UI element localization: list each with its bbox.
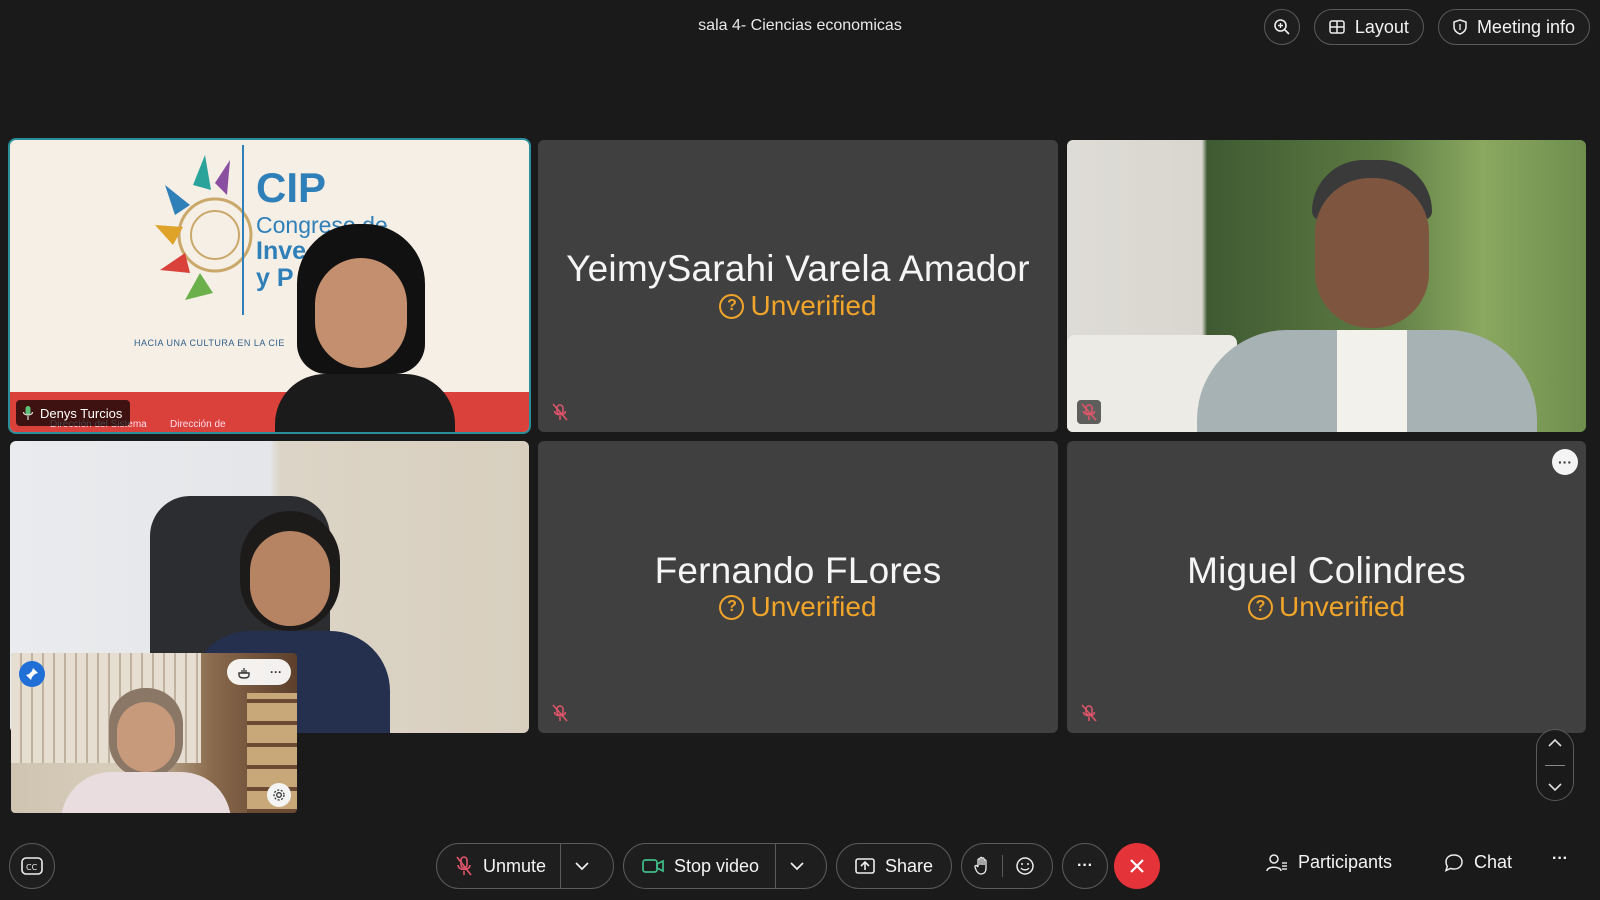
gear-icon xyxy=(272,788,286,802)
more-options-button[interactable]: ··· xyxy=(1552,449,1578,475)
stop-video-button[interactable]: Stop video xyxy=(624,844,775,888)
meeting-info-button[interactable]: Meeting info xyxy=(1437,9,1590,45)
participant-name: YeimySarahi Varela Amador xyxy=(566,248,1030,289)
close-icon xyxy=(1129,858,1145,874)
audio-options-dropdown[interactable] xyxy=(561,844,603,888)
layout-label: Layout xyxy=(1354,16,1409,37)
question-circle-icon: ? xyxy=(719,293,745,319)
verification-status: ? Unverified xyxy=(1067,591,1586,623)
chat-bubble-icon xyxy=(1444,853,1464,873)
verification-status: ? Unverified xyxy=(538,290,1058,322)
slide-tagline: HACIA UNA CULTURA EN LA CIE xyxy=(134,338,285,348)
zoom-button[interactable] xyxy=(1263,9,1300,45)
question-circle-icon: ? xyxy=(1247,594,1273,620)
meeting-info-label: Meeting info xyxy=(1476,16,1575,37)
more-icon: ··· xyxy=(1552,850,1568,867)
participant-person-silhouette xyxy=(1197,160,1537,432)
svg-text:CC: CC xyxy=(26,863,38,872)
top-bar: sala 4- Ciencias economicas Layout Meeti… xyxy=(0,0,1600,56)
participant-name: Miguel Colindres xyxy=(1187,550,1466,591)
slide-brand-text: CIP xyxy=(256,164,327,211)
muted-mic-icon xyxy=(1077,701,1101,725)
chat-label: Chat xyxy=(1474,852,1513,872)
video-camera-icon xyxy=(642,858,664,874)
self-person-silhouette xyxy=(61,688,231,813)
chevron-down-icon[interactable] xyxy=(1547,782,1563,792)
participant-name: Denys Turcios xyxy=(40,405,123,421)
participant-name: Fernando FLores xyxy=(654,550,942,591)
unmute-button[interactable]: Unmute xyxy=(437,844,560,888)
emoji-reaction-icon xyxy=(1015,856,1035,876)
participant-tile-yeimysarahi[interactable]: YeimySarahi Varela Amador ? Unverified xyxy=(538,140,1058,432)
share-label: Share xyxy=(884,855,934,876)
raise-hand-button[interactable] xyxy=(962,844,1002,888)
muted-mic-icon xyxy=(548,400,572,424)
pin-icon xyxy=(25,667,39,681)
cip-logo-sun-icon xyxy=(155,145,253,315)
question-circle-icon: ? xyxy=(719,594,745,620)
video-tile-participant-3[interactable] xyxy=(1067,140,1586,432)
self-view-more-icon[interactable]: ··· xyxy=(270,665,282,679)
share-screen-icon xyxy=(855,858,875,874)
grid-page-scroll-control xyxy=(1536,729,1574,801)
reactions-control-group xyxy=(961,843,1053,889)
layout-button[interactable]: Layout xyxy=(1313,9,1424,45)
chat-button[interactable]: Chat xyxy=(1444,852,1512,873)
reactions-button[interactable] xyxy=(1003,844,1047,888)
closed-captions-icon: CC xyxy=(21,857,43,875)
scroll-divider xyxy=(1545,764,1565,766)
name-tag: Denys Turcios xyxy=(16,400,131,426)
share-button[interactable]: Share xyxy=(836,843,952,889)
layout-grid-icon xyxy=(1329,19,1345,35)
participants-icon xyxy=(1266,853,1288,873)
self-view-tools: ··· xyxy=(227,659,291,685)
video-control-group: Stop video xyxy=(623,843,827,889)
top-actions: Layout Meeting info xyxy=(1263,9,1590,45)
chevron-down-icon xyxy=(789,861,805,871)
video-options-dropdown[interactable] xyxy=(776,844,818,888)
end-call-button[interactable] xyxy=(1114,843,1160,889)
shared-slide-background: CIP Congreso de Inve y P HACIA UNA CULTU… xyxy=(10,140,529,432)
shield-icon xyxy=(1453,19,1467,35)
muted-mic-icon xyxy=(1077,400,1101,424)
pin-badge[interactable] xyxy=(19,661,45,687)
stop-video-label: Stop video xyxy=(674,855,760,876)
participant-tile-fernando-flores[interactable]: Fernando FLores ? Unverified xyxy=(538,441,1058,733)
mic-active-icon xyxy=(22,405,34,421)
settings-button[interactable] xyxy=(267,783,291,807)
raise-hand-icon xyxy=(974,856,990,876)
verification-status: ? Unverified xyxy=(538,591,1058,623)
chevron-down-icon xyxy=(574,861,590,871)
participants-button[interactable]: Participants xyxy=(1266,852,1392,873)
audio-control-group: Unmute xyxy=(436,843,614,889)
more-options-button[interactable]: ··· xyxy=(1062,843,1108,889)
unmute-label: Unmute xyxy=(483,855,547,876)
participant-tile-miguel-colindres[interactable]: ··· Miguel Colindres ? Unverified xyxy=(1067,441,1586,733)
closed-captions-button[interactable]: CC xyxy=(9,843,55,889)
video-tile-denys-turcios[interactable]: CIP Congreso de Inve y P HACIA UNA CULTU… xyxy=(8,138,531,434)
status-label: Unverified xyxy=(750,591,877,622)
participants-label: Participants xyxy=(1298,852,1393,872)
muted-mic-icon xyxy=(548,701,572,725)
slide-footer-2: Dirección de xyxy=(170,419,226,430)
chevron-up-icon[interactable] xyxy=(1547,738,1563,748)
participant-person-silhouette xyxy=(265,224,465,432)
muted-mic-icon xyxy=(455,855,473,877)
status-label: Unverified xyxy=(750,290,877,321)
zoom-in-icon xyxy=(1273,18,1291,36)
more-icon: ··· xyxy=(1077,857,1093,874)
background-effects-icon[interactable] xyxy=(236,664,252,680)
self-view-tile[interactable]: ··· xyxy=(11,653,297,813)
overflow-menu-button[interactable]: ··· xyxy=(1552,850,1568,868)
status-label: Unverified xyxy=(1278,591,1406,622)
